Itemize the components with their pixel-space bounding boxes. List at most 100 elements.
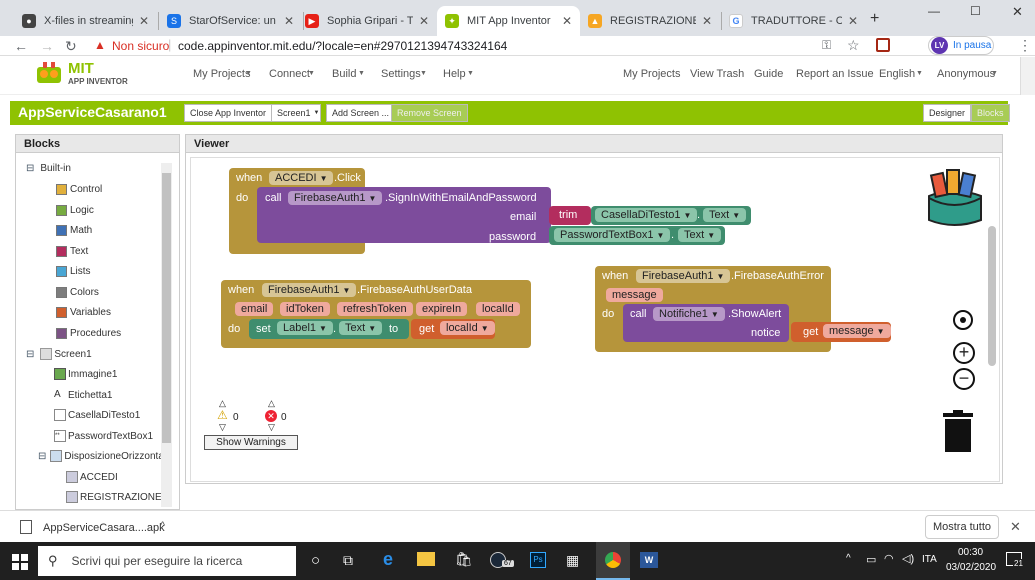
- close-tab-icon[interactable]: ✕: [284, 14, 294, 28]
- component-disposizione[interactable]: ⊟ DisposizioneOrizzonta: [38, 450, 164, 462]
- component-dropdown[interactable]: FirebaseAuth1 ▼: [636, 269, 731, 283]
- page-scrollbar[interactable]: [1020, 57, 1035, 95]
- browser-tab[interactable]: ▶ Sophia Gripari - Try Ag ✕: [297, 6, 437, 36]
- chrome-taskbar-button[interactable]: [596, 542, 630, 580]
- collapse-icon[interactable]: ⊟: [26, 163, 34, 174]
- blocks-panel-scrollbar[interactable]: [161, 163, 172, 507]
- builtin-math[interactable]: Math: [56, 225, 92, 236]
- blocks-button[interactable]: Blocks: [971, 104, 1010, 122]
- workspace-scrollbar[interactable]: [988, 226, 996, 366]
- chevron-up-icon[interactable]: ^: [160, 520, 165, 532]
- param-chip[interactable]: localId: [476, 302, 520, 316]
- param-chip[interactable]: message: [606, 288, 663, 302]
- error-nav-up-icon[interactable]: △: [268, 398, 275, 409]
- file-explorer-icon[interactable]: [417, 552, 435, 566]
- trash-icon[interactable]: [943, 410, 973, 452]
- network-icon[interactable]: ▭: [866, 553, 876, 566]
- show-all-downloads-button[interactable]: Mostra tutto: [925, 515, 999, 539]
- close-downloads-icon[interactable]: ✕: [1010, 519, 1021, 535]
- menu-connect[interactable]: Connect: [269, 68, 310, 80]
- error-nav-down-icon[interactable]: ▽: [268, 422, 275, 433]
- back-arrow-icon[interactable]: ←: [14, 38, 28, 54]
- key-icon[interactable]: ⚿: [822, 38, 831, 53]
- variable-dropdown[interactable]: localId ▼: [440, 321, 495, 335]
- zoom-in-icon[interactable]: +: [953, 342, 975, 364]
- builtin-lists[interactable]: Lists: [56, 266, 91, 277]
- chevron-up-icon[interactable]: ^: [846, 553, 851, 564]
- photoshop-icon[interactable]: Ps: [530, 552, 546, 568]
- component-dropdown[interactable]: CasellaDiTesto1 ▼: [595, 208, 698, 222]
- menu-help[interactable]: Help: [443, 68, 466, 80]
- collapse-icon[interactable]: ⊟: [26, 349, 34, 360]
- property-dropdown[interactable]: Text ▼: [339, 321, 383, 335]
- component-accedi[interactable]: ACCEDI: [66, 471, 118, 483]
- browser-tab[interactable]: S StarOfService: un nuov ✕: [159, 6, 302, 36]
- builtin-variables[interactable]: Variables: [56, 307, 111, 318]
- browser-tab-active[interactable]: ✦ MIT App Inventor ✕: [437, 6, 580, 36]
- blocks-workspace[interactable]: when ACCEDI ▼ .Click do call FirebaseAuth…: [190, 157, 1000, 482]
- wifi-icon[interactable]: ◠: [884, 552, 894, 565]
- remove-screen-button[interactable]: Remove Screen: [391, 104, 468, 122]
- component-caselladitesto1[interactable]: CasellaDiTesto1: [54, 409, 140, 421]
- account-dropdown[interactable]: Anonymous: [937, 68, 995, 80]
- volume-icon[interactable]: ◁): [902, 552, 914, 565]
- component-passwordtextbox1[interactable]: ** PasswordTextBox1: [54, 430, 153, 442]
- component-immagine1[interactable]: Immagine1: [54, 368, 117, 380]
- steam-icon[interactable]: 67: [490, 550, 516, 570]
- component-dropdown[interactable]: Notifiche1 ▼: [653, 307, 725, 321]
- builtin-logic[interactable]: Logic: [56, 205, 94, 216]
- component-dropdown[interactable]: ACCEDI ▼: [269, 171, 334, 185]
- minimize-window-button[interactable]: —: [928, 4, 940, 18]
- close-tab-icon[interactable]: ✕: [562, 14, 572, 28]
- browser-tab[interactable]: ▲ REGISTRAZIONE UTEN ✕: [580, 6, 720, 36]
- browser-menu-icon[interactable]: ⋮: [1018, 37, 1032, 54]
- collapse-icon[interactable]: ⊟: [38, 451, 46, 462]
- builtin-colors[interactable]: Colors: [56, 287, 99, 298]
- property-dropdown[interactable]: Text ▼: [678, 228, 722, 242]
- extension-icon[interactable]: [876, 38, 890, 52]
- taskbar-search-box[interactable]: ⚲ Scrivi qui per eseguire la ricerca: [38, 546, 296, 576]
- param-chip[interactable]: idToken: [280, 302, 330, 316]
- edge-icon[interactable]: e: [383, 549, 393, 570]
- maximize-window-button[interactable]: ☐: [970, 4, 981, 18]
- component-dropdown[interactable]: FirebaseAuth1 ▼: [262, 283, 357, 297]
- close-window-button[interactable]: ✕: [1012, 4, 1023, 20]
- app-inventor-logo-icon[interactable]: [34, 61, 64, 87]
- browser-tab[interactable]: G TRADUTTORE - Cerca c ✕: [721, 6, 866, 36]
- designer-button[interactable]: Designer: [923, 104, 972, 122]
- forward-arrow-icon[interactable]: →: [40, 38, 54, 54]
- builtin-procedures[interactable]: Procedures: [56, 328, 121, 339]
- component-registrazione[interactable]: REGISTRAZIONE: [66, 491, 162, 503]
- param-chip[interactable]: refreshToken: [337, 302, 413, 316]
- property-dropdown[interactable]: Text ▼: [703, 208, 747, 222]
- new-tab-button[interactable]: +: [870, 10, 879, 28]
- close-tab-icon[interactable]: ✕: [139, 14, 149, 28]
- zoom-out-icon[interactable]: −: [953, 368, 975, 390]
- component-dropdown[interactable]: FirebaseAuth1 ▼: [288, 191, 383, 205]
- profile-button[interactable]: LV In pausa: [928, 36, 994, 55]
- component-dropdown[interactable]: Label1 ▼: [277, 321, 333, 335]
- link-my-projects[interactable]: My Projects: [623, 68, 680, 80]
- recenter-icon[interactable]: [953, 310, 973, 330]
- close-tab-icon[interactable]: ✕: [419, 14, 429, 28]
- menu-my-projects[interactable]: My Projects: [193, 68, 250, 80]
- clock-date[interactable]: 03/02/2020: [946, 562, 996, 573]
- link-view-trash[interactable]: View Trash: [690, 68, 744, 80]
- menu-settings[interactable]: Settings: [381, 68, 421, 80]
- browser-tab[interactable]: ● X-files in streaming | G ✕: [14, 6, 157, 36]
- cortana-icon[interactable]: ○: [311, 552, 320, 569]
- builtin-text[interactable]: Text: [56, 246, 88, 257]
- input-language[interactable]: ITA: [922, 554, 937, 565]
- notifications-icon[interactable]: 21: [1006, 552, 1024, 568]
- builtin-control[interactable]: Control: [56, 184, 102, 195]
- language-dropdown[interactable]: English: [879, 68, 915, 80]
- download-file-name[interactable]: AppServiceCasara....apk: [43, 522, 165, 534]
- word-icon[interactable]: W: [640, 552, 658, 568]
- screen-tree-node[interactable]: ⊟ Screen1: [26, 348, 92, 360]
- add-screen-button[interactable]: Add Screen ...: [326, 104, 396, 122]
- param-chip[interactable]: email: [235, 302, 274, 316]
- variable-dropdown[interactable]: message ▼: [823, 324, 891, 338]
- task-view-icon[interactable]: ⧉: [343, 552, 353, 569]
- close-app-inventor-button[interactable]: Close App Inventor: [184, 104, 273, 122]
- url-field[interactable]: code.appinventor.mit.edu/?locale=en#2970…: [178, 39, 507, 53]
